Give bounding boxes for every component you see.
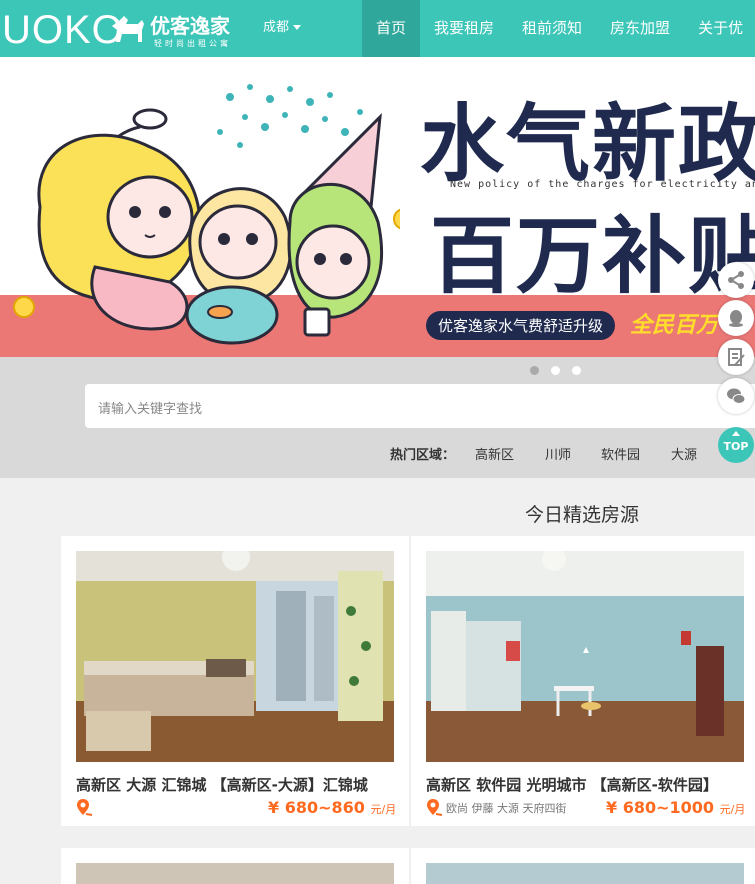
hot-area-dayuan[interactable]: 大源	[671, 444, 697, 463]
listing-photo[interactable]	[426, 863, 744, 884]
listing-title[interactable]: 高新区 大源 汇锦城 【高新区-大源】汇锦城	[76, 774, 406, 795]
listing-card[interactable]	[61, 848, 409, 884]
listing-price: ¥ 680~1000 元/月	[606, 798, 745, 817]
price-value: ¥ 680~1000	[606, 798, 715, 817]
cartoon-girls-illustration	[13, 84, 400, 345]
listing-photo[interactable]	[76, 863, 394, 884]
nav-notice[interactable]: 租前须知	[508, 0, 596, 57]
share-icon	[728, 271, 744, 289]
location-pin-icon	[427, 799, 443, 816]
listing-title[interactable]: 高新区 软件园 光明城市 【高新区-软件园】	[426, 774, 755, 795]
qq-icon	[729, 310, 743, 327]
listing-card[interactable]	[411, 848, 755, 884]
chevron-down-icon	[293, 25, 302, 30]
banner-slogan: 全民百万	[630, 313, 719, 338]
dog-logo-icon	[112, 16, 144, 42]
feedback-button[interactable]	[718, 339, 754, 375]
qq-button[interactable]	[718, 300, 754, 336]
back-to-top-button[interactable]: TOP	[718, 427, 754, 463]
section-title: 今日精选房源	[525, 504, 640, 526]
edit-note-icon	[728, 348, 745, 366]
promo-banner[interactable]: 水气新政 New policy of the charges for elect…	[0, 57, 755, 357]
nav-home[interactable]: 首页	[362, 0, 421, 57]
hot-area-gaoxin[interactable]: 高新区	[475, 444, 514, 463]
price-value: ¥ 680~860	[268, 798, 365, 817]
back-to-top-label: TOP	[723, 440, 749, 453]
price-unit: 元/月	[370, 803, 397, 816]
city-selector[interactable]: 成都	[263, 16, 302, 35]
nav-about[interactable]: 关于优	[684, 0, 755, 57]
top-navbar: UOKO 优客逸家 轻时尚出租公寓 成都 首页 我要租房 租前须知 房东加盟 关…	[0, 0, 755, 57]
location-pin-icon	[77, 799, 93, 816]
banner-pill-text: 优客逸家水气费舒适升级	[426, 311, 616, 340]
banner-headline-2: 百万补贴	[430, 207, 755, 305]
hot-area-software-park[interactable]: 软件园	[601, 444, 640, 463]
nav-rent[interactable]: 我要租房	[420, 0, 508, 57]
nav-landlord[interactable]: 房东加盟	[596, 0, 684, 57]
hot-areas-label: 热门区域：	[390, 448, 456, 463]
carousel-dot-3[interactable]	[572, 366, 581, 375]
listing-tags: 欧尚 伊藤 大源 天府四街	[446, 802, 567, 815]
logo-slogan: 轻时尚出租公寓	[154, 39, 231, 48]
wechat-button[interactable]	[718, 378, 754, 414]
hot-area-chuanshi[interactable]: 川师	[545, 444, 571, 463]
carousel-dot-1[interactable]	[530, 366, 539, 375]
search-placeholder: 请输入关键字查找	[98, 402, 203, 417]
listing-price: ¥ 680~860 元/月	[268, 798, 396, 817]
listing-photo[interactable]	[76, 551, 394, 762]
listing-card[interactable]: 高新区 软件园 光明城市 【高新区-软件园】 欧尚 伊藤 大源 天府四街 ¥ 6…	[411, 536, 755, 826]
arrow-up-icon	[732, 431, 740, 436]
listing-card[interactable]: 高新区 大源 汇锦城 【高新区-大源】汇锦城 ¥ 680~860 元/月	[61, 536, 409, 826]
logo-cn-name: 优客逸家	[150, 14, 230, 38]
share-button[interactable]	[718, 262, 754, 298]
carousel-dots	[530, 366, 581, 375]
logo-wordmark[interactable]: UOKO	[2, 8, 124, 53]
city-label: 成都	[263, 20, 290, 35]
listing-photo[interactable]	[426, 551, 744, 762]
wechat-icon	[727, 388, 746, 404]
price-unit: 元/月	[719, 803, 746, 816]
carousel-dot-2[interactable]	[551, 366, 560, 375]
main-nav: 首页 我要租房 租前须知 房东加盟 关于优	[362, 0, 755, 57]
